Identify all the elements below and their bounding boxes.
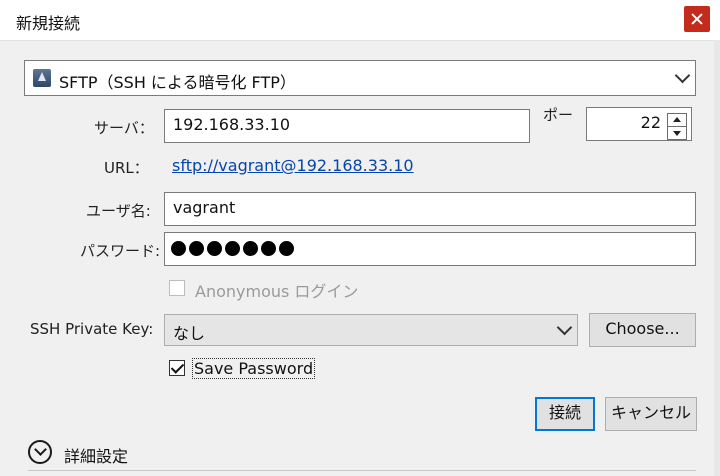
save-password-label[interactable]: Save Password [192,358,316,379]
check-icon [170,360,185,374]
divider [28,470,696,471]
port-decrement-button[interactable] [667,126,687,140]
password-mask-dot [189,241,204,256]
window-title: 新規接続 [16,14,81,33]
protocol-selected-label: SFTP（SSH による暗号化 FTP） [59,73,296,92]
title-bar: 新規接続 [0,0,720,41]
advanced-settings-label[interactable]: 詳細設定 [64,443,128,467]
password-mask-dot [243,241,258,256]
save-password-checkbox[interactable] [169,360,185,376]
url-link[interactable]: sftp://vagrant@192.168.33.10 [172,156,414,175]
username-input[interactable]: vagrant [164,192,696,226]
port-increment-button[interactable] [667,113,687,127]
password-label: パスワード: [80,242,161,260]
window-edge [714,40,720,476]
anonymous-login-checkbox[interactable] [169,280,185,296]
password-mask-dot [279,241,294,256]
password-input[interactable] [164,232,696,266]
protocol-select[interactable]: SFTP（SSH による暗号化 FTP） [24,60,696,96]
chevron-down-icon [556,319,573,336]
close-icon[interactable] [684,6,710,32]
password-mask-dot [261,241,276,256]
username-label: ユーザ名: [86,202,151,220]
chevron-down-icon [674,67,691,84]
password-mask-dot [171,241,186,256]
connect-button[interactable]: 接続 [535,397,595,431]
private-key-selected: なし [173,324,206,343]
password-mask-dot [225,241,240,256]
private-key-label: SSH Private Key: [30,320,154,338]
sftp-protocol-icon [33,69,51,87]
server-input[interactable]: 192.168.33.10 [164,109,530,143]
arrow-up-icon [673,117,681,122]
private-key-select[interactable]: なし [164,314,578,346]
url-label: URL： [104,159,149,177]
chevron-down-circle-icon[interactable] [28,440,52,464]
password-mask-dot [207,241,222,256]
anonymous-login-label: Anonymous ログイン [195,282,359,301]
choose-key-button[interactable]: Choose... [589,313,696,347]
server-label: サーバ： [94,119,154,137]
port-label: ポー [543,106,574,124]
cancel-button[interactable]: キャンセル [605,397,697,431]
arrow-down-icon [673,131,681,136]
